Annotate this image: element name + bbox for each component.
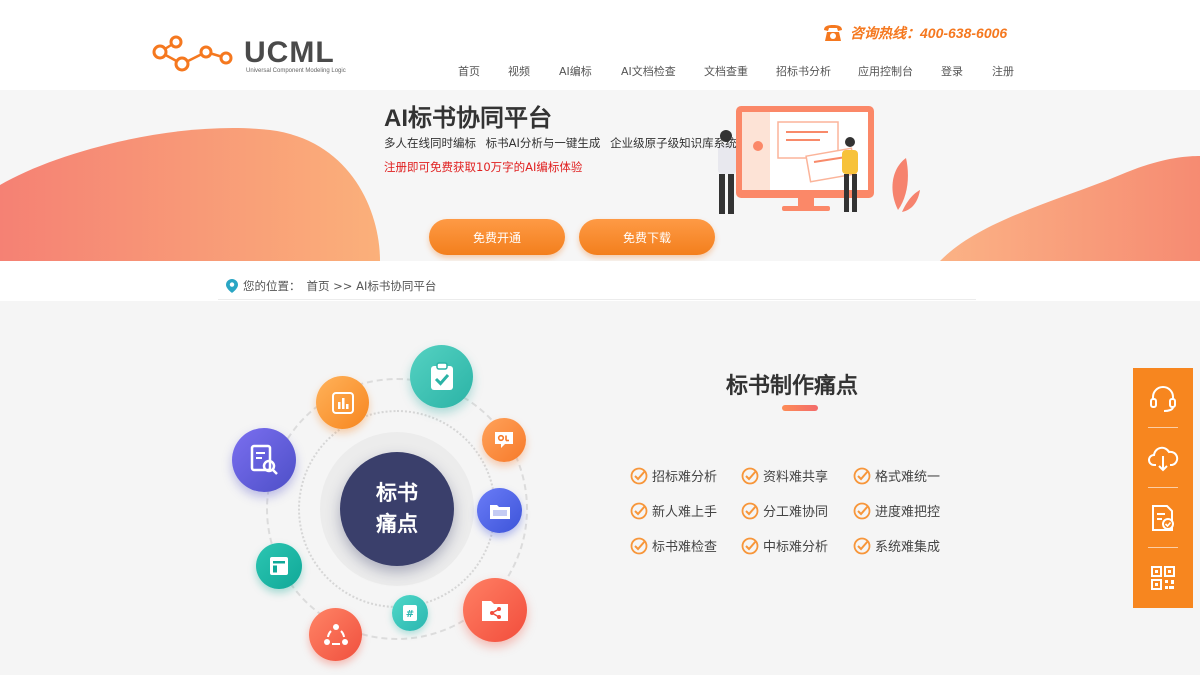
check-badge-icon xyxy=(630,467,648,484)
nav-doc-dedup[interactable]: 文档查重 xyxy=(704,63,748,79)
nav-video[interactable]: 视频 xyxy=(508,63,530,79)
pain-item: 进度难把控 xyxy=(853,501,940,520)
check-badge-icon xyxy=(741,537,759,554)
phone-icon xyxy=(824,25,842,41)
svg-text:#: # xyxy=(406,609,414,620)
free-download-button[interactable]: 免费下载 xyxy=(579,219,715,255)
center-line-1: 标书 xyxy=(376,481,418,505)
pain-item: 格式难统一 xyxy=(853,466,940,485)
download-button[interactable] xyxy=(1133,428,1193,488)
qr-code-icon xyxy=(1151,566,1175,590)
logo-text: UCML xyxy=(244,36,335,69)
breadcrumb-bar xyxy=(0,261,1200,301)
pain-item: 分工难协同 xyxy=(741,501,828,520)
bar-chart-icon xyxy=(316,376,369,429)
pain-item: 系统难集成 xyxy=(853,536,940,555)
folder-share-icon xyxy=(463,578,527,642)
customer-service-button[interactable] xyxy=(1133,368,1193,428)
page: UCML Universal Component Modeling Logic … xyxy=(0,0,1200,675)
center-line-2: 痛点 xyxy=(376,512,418,536)
logo-mark-icon xyxy=(152,35,233,72)
pain-item-label: 标书难检查 xyxy=(652,540,718,555)
trial-apply-button[interactable] xyxy=(1133,488,1193,548)
check-badge-icon xyxy=(630,502,648,519)
pain-item-label: 中标难分析 xyxy=(763,540,829,555)
hero-banner: AI标书协同平台 多人在线同时编标 标书AI分析与一键生成 企业级原子级知识库系… xyxy=(0,90,1200,261)
free-signup-button[interactable]: 免费开通 xyxy=(429,219,565,255)
qr-code-button[interactable] xyxy=(1133,548,1193,608)
headset-icon xyxy=(1150,386,1176,412)
pain-item-label: 资料难共享 xyxy=(763,470,829,485)
side-toolbar xyxy=(1133,368,1193,608)
section-title: 标书制作痛点 xyxy=(726,374,859,399)
hotline: 咨询热线：400-638-6006 xyxy=(822,22,1007,44)
banner-features: 多人在线同时编标 标书AI分析与一键生成 企业级原子级知识库系统 xyxy=(384,136,737,150)
logo[interactable]: UCML Universal Component Modeling Logic xyxy=(148,34,348,80)
clipboard-check-icon xyxy=(410,345,473,408)
ol-badge-icon xyxy=(482,418,526,462)
pain-item-label: 格式难统一 xyxy=(875,470,941,485)
check-badge-icon xyxy=(853,502,871,519)
logo-subtitle: Universal Component Modeling Logic xyxy=(246,68,346,74)
section-title-underline xyxy=(782,405,818,411)
pain-item-label: 分工难协同 xyxy=(763,505,829,520)
share-icon xyxy=(309,608,362,661)
pain-center-circle: 标书 痛点 xyxy=(340,452,454,566)
document-check-icon xyxy=(1152,505,1174,531)
hash-icon: # xyxy=(392,595,428,631)
header: UCML Universal Component Modeling Logic … xyxy=(0,0,1200,90)
pain-item-label: 进度难把控 xyxy=(875,505,941,520)
nav-tender-analysis[interactable]: 招标书分析 xyxy=(776,63,831,79)
pain-item: 中标难分析 xyxy=(741,536,828,555)
nav-register[interactable]: 注册 xyxy=(992,63,1014,79)
collaboration-illustration xyxy=(718,106,920,214)
breadcrumb-divider xyxy=(218,299,976,300)
check-badge-icon xyxy=(853,467,871,484)
cloud-download-icon xyxy=(1148,446,1179,472)
banner-title: AI标书协同平台 xyxy=(384,105,552,132)
nav-login[interactable]: 登录 xyxy=(941,63,963,79)
pain-item: 标书难检查 xyxy=(630,536,717,555)
pain-item: 招标难分析 xyxy=(630,466,717,485)
breadcrumb-path[interactable]: 首页 >> AI标书协同平台 xyxy=(307,278,437,294)
check-badge-icon xyxy=(853,537,871,554)
pain-item: 新人难上手 xyxy=(630,501,717,520)
breadcrumb: 您的位置： 首页 >> AI标书协同平台 xyxy=(226,278,442,294)
layout-icon xyxy=(256,543,302,589)
nav-home[interactable]: 首页 xyxy=(458,63,480,79)
check-badge-icon xyxy=(741,502,759,519)
breadcrumb-label: 您的位置： xyxy=(243,279,301,293)
banner-promo: 注册即可免费获取10万字的AI编标体验 xyxy=(384,160,583,174)
folder-icon xyxy=(477,488,522,533)
nav-console[interactable]: 应用控制台 xyxy=(858,63,913,79)
check-badge-icon xyxy=(741,467,759,484)
check-badge-icon xyxy=(630,537,648,554)
location-pin-icon xyxy=(226,279,238,293)
pain-item-label: 招标难分析 xyxy=(652,470,718,485)
pain-item: 资料难共享 xyxy=(741,466,828,485)
nav-ai-doc-check[interactable]: AI文档检查 xyxy=(621,63,676,79)
nav-ai-bidding[interactable]: AI编标 xyxy=(559,63,592,79)
pain-item-label: 新人难上手 xyxy=(652,505,718,520)
pain-item-label: 系统难集成 xyxy=(875,540,941,555)
document-search-icon xyxy=(232,428,296,492)
hotline-text: 咨询热线：400-638-6006 xyxy=(850,25,1008,41)
